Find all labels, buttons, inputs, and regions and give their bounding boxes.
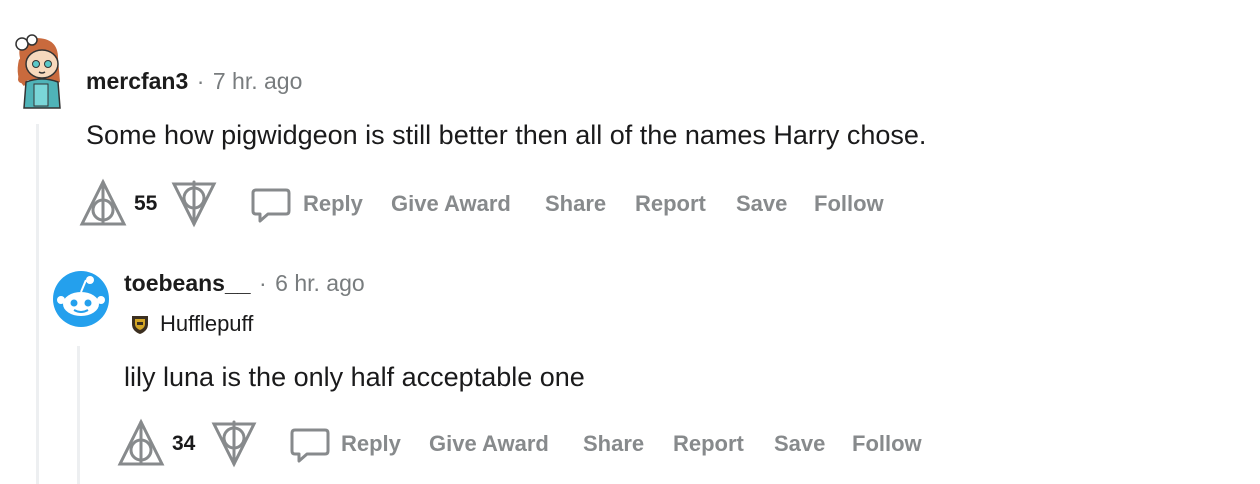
downvote-icon[interactable] xyxy=(210,420,258,468)
comment-icon[interactable] xyxy=(289,424,331,466)
comment-header: mercfan3 · 7 hr. ago xyxy=(86,68,302,95)
upvote-icon[interactable] xyxy=(78,178,128,228)
follow-button[interactable]: Follow xyxy=(852,431,922,457)
report-button[interactable]: Report xyxy=(635,191,706,217)
meta-separator: · xyxy=(196,68,205,94)
downvote-icon[interactable] xyxy=(170,180,218,228)
give-award-button[interactable]: Give Award xyxy=(391,191,511,217)
give-award-button[interactable]: Give Award xyxy=(429,431,549,457)
comment-icon[interactable] xyxy=(250,184,292,226)
comment-header: toebeans__ · 6 hr. ago xyxy=(124,270,365,297)
report-button[interactable]: Report xyxy=(673,431,744,457)
share-button[interactable]: Share xyxy=(583,431,644,457)
flair-text: Hufflepuff xyxy=(160,311,254,336)
reply-button[interactable]: Reply xyxy=(341,431,401,457)
avatar[interactable] xyxy=(52,270,110,328)
avatar[interactable] xyxy=(8,32,68,110)
thread-line-2[interactable] xyxy=(77,346,80,484)
user-flair: Hufflepuff xyxy=(130,311,253,337)
reply-button[interactable]: Reply xyxy=(303,191,363,217)
timestamp[interactable]: 7 hr. ago xyxy=(213,68,303,94)
follow-button[interactable]: Follow xyxy=(814,191,884,217)
save-button[interactable]: Save xyxy=(736,191,787,217)
thread-line-1[interactable] xyxy=(36,124,39,484)
timestamp[interactable]: 6 hr. ago xyxy=(275,270,365,296)
vote-score: 55 xyxy=(134,192,158,215)
author-name[interactable]: toebeans__ xyxy=(124,270,251,296)
hufflepuff-crest-icon xyxy=(130,313,150,335)
comment-body: Some how pigwidgeon is still better then… xyxy=(86,120,927,150)
vote-score: 34 xyxy=(172,432,196,455)
share-button[interactable]: Share xyxy=(545,191,606,217)
upvote-icon[interactable] xyxy=(116,418,166,468)
meta-separator: · xyxy=(259,270,267,296)
save-button[interactable]: Save xyxy=(774,431,825,457)
comment-body: lily luna is the only half acceptable on… xyxy=(124,362,585,392)
author-name[interactable]: mercfan3 xyxy=(86,68,188,94)
